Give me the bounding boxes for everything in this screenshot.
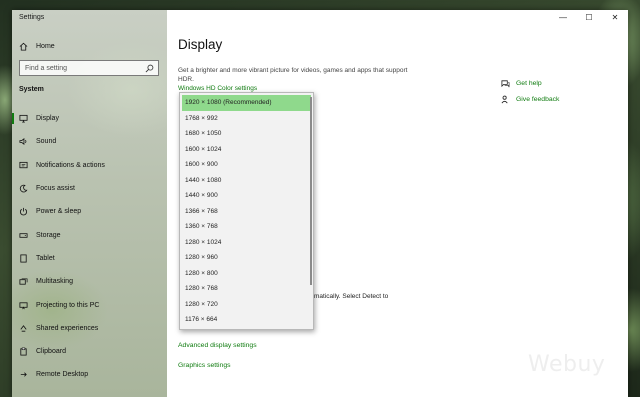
sidebar-item-storage[interactable]: Storage (12, 223, 167, 246)
search-input[interactable]: Find a setting (19, 60, 159, 76)
webuy-watermark: Webuy (528, 352, 606, 377)
sidebar-item-label: Power & sleep (36, 208, 82, 216)
resolution-option[interactable]: 1280 × 1024 (180, 235, 313, 251)
detect-display-text: matically. Select Detect to (314, 293, 389, 300)
resolution-option[interactable]: 1360 × 768 (180, 219, 313, 235)
sidebar-item-tablet[interactable]: Tablet (12, 247, 167, 270)
sidebar-item-power-sleep[interactable]: Power & sleep (12, 200, 167, 223)
window-title: Settings (19, 14, 45, 21)
hdr-description: Get a brighter and more vibrant picture … (178, 67, 408, 83)
search-icon[interactable] (145, 64, 154, 73)
home-nav-item[interactable]: Home (19, 39, 55, 53)
sidebar-item-multitasking[interactable]: Multitasking (12, 270, 167, 293)
sidebar-item-label: Sound (36, 138, 57, 146)
tablet-icon (19, 254, 28, 263)
resolution-option[interactable]: 1600 × 900 (180, 157, 313, 173)
resolution-option[interactable]: 1440 × 1080 (180, 173, 313, 189)
resolution-option[interactable]: 1600 × 1024 (180, 142, 313, 158)
section-label-system: System (19, 86, 44, 93)
minimize-button[interactable]: — (550, 10, 576, 26)
remote-desktop-icon (19, 370, 28, 379)
resolution-option[interactable]: 1280 × 800 (180, 266, 313, 282)
sidebar-item-label: Focus assist (36, 185, 75, 193)
dropdown-scrollbar[interactable] (310, 97, 312, 285)
maximize-button[interactable]: ☐ (576, 10, 602, 26)
window-controls: — ☐ ✕ (550, 10, 628, 26)
sidebar-nav: Display Sound Notifications & actions Fo… (12, 107, 167, 387)
graphics-settings-link[interactable]: Graphics settings (178, 362, 231, 369)
advanced-display-settings-link[interactable]: Advanced display settings (178, 342, 257, 349)
give-feedback-link[interactable]: Give feedback (501, 91, 559, 107)
resolution-option[interactable]: 1280 × 768 (180, 281, 313, 297)
sidebar-item-label: Projecting to this PC (36, 301, 100, 309)
help-chat-icon (501, 79, 510, 88)
hd-color-settings-link[interactable]: Windows HD Color settings (178, 85, 257, 92)
sidebar-item-label: Remote Desktop (36, 371, 89, 379)
power-icon (19, 207, 28, 216)
sidebar-item-sound[interactable]: Sound (12, 130, 167, 153)
resolution-option[interactable]: 1768 × 992 (180, 111, 313, 127)
resolution-dropdown-list[interactable]: 1920 × 1080 (Recommended) 1768 × 992 168… (179, 92, 314, 330)
sidebar-item-focus-assist[interactable]: Focus assist (12, 177, 167, 200)
sidebar-item-display[interactable]: Display (12, 107, 167, 130)
speaker-icon (19, 137, 28, 146)
page-title: Display (178, 37, 223, 52)
sidebar-item-label: Clipboard (36, 348, 66, 356)
storage-icon (19, 231, 28, 240)
sidebar-item-projecting[interactable]: Projecting to this PC (12, 293, 167, 316)
sidebar: Settings Home Find a setting System Disp… (12, 10, 167, 397)
sidebar-item-clipboard[interactable]: Clipboard (12, 340, 167, 363)
sidebar-item-label: Notifications & actions (36, 161, 105, 169)
feedback-icon (501, 95, 510, 104)
sidebar-item-label: Display (36, 115, 59, 123)
shared-icon (19, 324, 28, 333)
get-help-link[interactable]: Get help (501, 75, 559, 91)
sidebar-item-label: Storage (36, 231, 61, 239)
help-links: Get help Give feedback (501, 75, 559, 107)
resolution-option-selected[interactable]: 1920 × 1080 (Recommended) (182, 95, 311, 111)
sidebar-item-remote-desktop[interactable]: Remote Desktop (12, 363, 167, 386)
sidebar-item-notifications[interactable]: Notifications & actions (12, 154, 167, 177)
resolution-option[interactable]: 1176 × 664 (180, 312, 313, 328)
resolution-option[interactable]: 1440 × 900 (180, 188, 313, 204)
resolution-option[interactable]: 1280 × 960 (180, 250, 313, 266)
sidebar-item-label: Shared experiences (36, 324, 99, 332)
search-placeholder: Find a setting (25, 64, 68, 72)
multitasking-icon (19, 277, 28, 286)
notification-icon (19, 161, 28, 170)
resolution-option[interactable]: 1280 × 720 (180, 297, 313, 313)
resolution-option[interactable]: 1680 × 1050 (180, 126, 313, 142)
home-icon (19, 42, 28, 51)
moon-icon (19, 184, 28, 193)
settings-window: Settings Home Find a setting System Disp… (12, 10, 628, 397)
sidebar-item-shared-experiences[interactable]: Shared experiences (12, 317, 167, 340)
close-button[interactable]: ✕ (602, 10, 628, 26)
sidebar-item-label: Multitasking (36, 278, 73, 286)
clipboard-icon (19, 347, 28, 356)
sidebar-item-label: Tablet (36, 254, 55, 262)
projector-icon (19, 301, 28, 310)
get-help-label: Get help (516, 79, 542, 87)
home-label: Home (36, 42, 55, 50)
monitor-icon (19, 114, 28, 123)
give-feedback-label: Give feedback (516, 95, 560, 103)
resolution-option[interactable]: 1366 × 768 (180, 204, 313, 220)
